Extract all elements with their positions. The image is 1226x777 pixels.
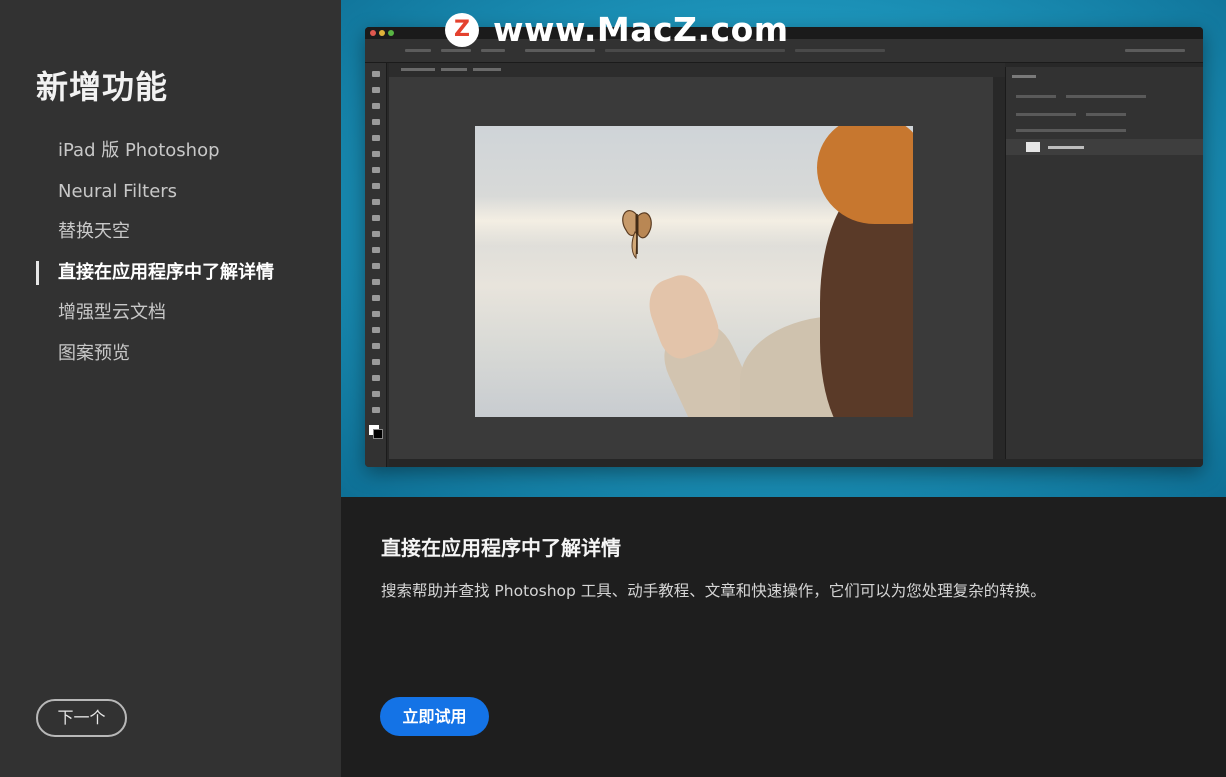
photoshop-window-preview-image xyxy=(475,126,913,417)
close-dot-icon xyxy=(370,30,376,36)
ps-document-tabs xyxy=(389,63,1005,77)
macz-watermark: Z www.MacZ.com xyxy=(445,10,789,49)
minimize-dot-icon xyxy=(379,30,385,36)
sidebar: 新增功能 iPad 版 Photoshop Neural Filters 替换天… xyxy=(0,0,341,777)
hero-banner: Z www.MacZ.com xyxy=(341,0,1226,497)
nav-item-pattern-preview[interactable]: 图案预览 xyxy=(36,337,336,378)
photoshop-window-preview xyxy=(365,27,1203,467)
ps-toolbar xyxy=(365,63,387,467)
nav-item-sky-replacement[interactable]: 替换天空 xyxy=(36,215,336,256)
ps-layers-panel xyxy=(1005,67,1203,467)
nav-item-cloud-documents[interactable]: 增强型云文档 xyxy=(36,296,336,337)
page-title: 新增功能 xyxy=(36,68,169,106)
next-button[interactable]: 下一个 xyxy=(36,699,127,737)
butterfly-icon xyxy=(622,210,652,260)
feature-title: 直接在应用程序中了解详情 xyxy=(381,536,621,560)
ps-status-bar xyxy=(389,459,1203,467)
feature-nav: iPad 版 Photoshop Neural Filters 替换天空 直接在… xyxy=(36,134,336,377)
main-panel: Z www.MacZ.com 直接在应用程序中了解详情 搜索帮助并查找 Phot… xyxy=(341,0,1226,777)
try-now-button[interactable]: 立即试用 xyxy=(380,697,489,736)
macz-logo-icon: Z xyxy=(445,12,479,47)
zoom-dot-icon xyxy=(388,30,394,36)
nav-item-neural-filters[interactable]: Neural Filters xyxy=(36,175,336,216)
nav-item-in-app-learning[interactable]: 直接在应用程序中了解详情 xyxy=(36,256,336,297)
watermark-text: www.MacZ.com xyxy=(493,10,789,49)
feature-description: 搜索帮助并查找 Photoshop 工具、动手教程、文章和快速操作，它们可以为您… xyxy=(381,582,1046,600)
nav-item-ipad-photoshop[interactable]: iPad 版 Photoshop xyxy=(36,134,336,175)
